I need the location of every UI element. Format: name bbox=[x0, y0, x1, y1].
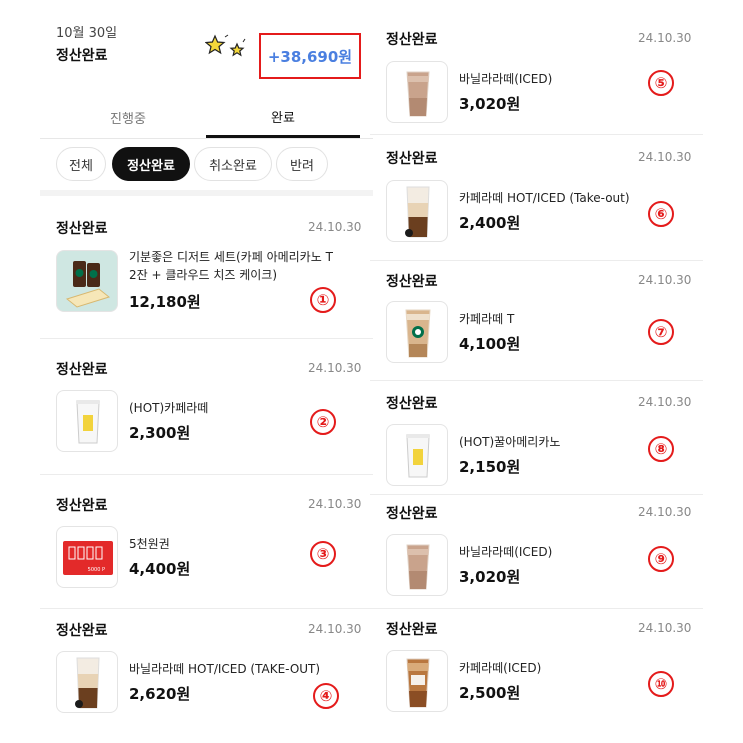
item-price: 2,400원 bbox=[459, 214, 521, 232]
item-name-line: 기분좋은 디저트 세트(카페 아메리카노 T bbox=[129, 250, 333, 264]
item-status: 정산완료 bbox=[386, 506, 438, 522]
list-item[interactable]: 정산완료 24.10.30 (HOT)꿀아메리카노 2,150원 ⑧ bbox=[370, 381, 703, 494]
item-date: 24.10.30 bbox=[308, 220, 362, 234]
list-item[interactable]: 정산완료 24.10.30 바닐라라떼 HOT/ICED (TAKE-OUT) … bbox=[40, 609, 373, 743]
item-name: 기분좋은 디저트 세트(카페 아메리카노 T 2잔 + 클라우드 치즈 케이크) bbox=[129, 248, 359, 284]
item-status: 정산완료 bbox=[386, 622, 438, 638]
item-status: 정산완료 bbox=[386, 274, 438, 290]
annotation-marker: ③ bbox=[310, 541, 336, 567]
iced-latte-image bbox=[386, 534, 448, 596]
annotation-marker: ① bbox=[310, 287, 336, 313]
total-amount-box: +38,690원 bbox=[259, 33, 361, 79]
item-date: 24.10.30 bbox=[638, 31, 692, 45]
item-status: 정산완료 bbox=[56, 623, 108, 639]
item-name-line: 2잔 + 클라우드 치즈 케이크) bbox=[129, 268, 278, 282]
annotation-marker: ② bbox=[310, 409, 336, 435]
layered-latte-image bbox=[386, 180, 448, 242]
filter-chip-settled[interactable]: 정산완료 bbox=[112, 147, 190, 181]
list-item[interactable]: 정산완료 24.10.30 카페라떼(ICED) 2,500원 ⑩ bbox=[370, 609, 703, 743]
summary-status: 정산완료 bbox=[56, 48, 108, 64]
item-date: 24.10.30 bbox=[638, 505, 692, 519]
gift-card-value: 5000 P bbox=[88, 567, 105, 573]
tab-in-progress[interactable]: 진행중 bbox=[58, 98, 198, 136]
list-item[interactable]: 정산완료 24.10.30 기분좋은 디저트 세트(카페 아메리카노 T 2잔 … bbox=[40, 196, 373, 338]
item-date: 24.10.30 bbox=[638, 150, 692, 164]
item-date: 24.10.30 bbox=[308, 361, 362, 375]
item-name: (HOT)카페라떼 bbox=[129, 401, 209, 415]
annotation-marker: ⑩ bbox=[648, 671, 674, 697]
list-item[interactable]: 정산완료 24.10.30 5000 P 5천원권 4,400원 ③ bbox=[40, 475, 373, 608]
dessert-set-image bbox=[56, 250, 118, 312]
item-price: 4,400원 bbox=[129, 560, 191, 578]
hot-cup-image bbox=[56, 390, 118, 452]
iced-latte-image bbox=[386, 61, 448, 123]
item-name: 카페라떼 T bbox=[459, 312, 515, 326]
item-status: 정산완료 bbox=[56, 362, 108, 378]
item-name: 바닐라라떼(ICED) bbox=[459, 545, 553, 559]
tab-divider bbox=[40, 138, 373, 139]
item-status: 정산완료 bbox=[386, 32, 438, 48]
tab-completed[interactable]: 완료 bbox=[206, 98, 360, 138]
item-status: 정산완료 bbox=[386, 151, 438, 167]
item-date: 24.10.30 bbox=[638, 273, 692, 287]
list-item[interactable]: 정산완료 24.10.30 (HOT)카페라떼 2,300원 ② bbox=[40, 339, 373, 474]
summary-date: 10월 30일 bbox=[56, 26, 118, 41]
filter-chip-rejected[interactable]: 반려 bbox=[276, 147, 328, 181]
item-date: 24.10.30 bbox=[638, 621, 692, 635]
item-status: 정산완료 bbox=[386, 396, 438, 412]
item-price: 12,180원 bbox=[129, 293, 201, 311]
item-price: 3,020원 bbox=[459, 568, 521, 586]
list-item[interactable]: 정산완료 24.10.30 카페라떼 T 4,100원 ⑦ bbox=[370, 261, 703, 380]
item-date: 24.10.30 bbox=[308, 622, 362, 636]
item-name: 바닐라라떼 HOT/ICED (TAKE-OUT) bbox=[129, 662, 321, 676]
item-price: 2,620원 bbox=[129, 685, 191, 703]
annotation-marker: ⑦ bbox=[648, 319, 674, 345]
annotation-marker: ⑧ bbox=[648, 436, 674, 462]
item-date: 24.10.30 bbox=[308, 497, 362, 511]
item-price: 4,100원 bbox=[459, 335, 521, 353]
list-item[interactable]: 정산완료 24.10.30 바닐라라떼(ICED) 3,020원 ⑨ bbox=[370, 495, 703, 608]
total-amount: +38,690원 bbox=[267, 47, 353, 66]
annotation-marker: ⑥ bbox=[648, 201, 674, 227]
item-date: 24.10.30 bbox=[638, 395, 692, 409]
item-name: 바닐라라떼(ICED) bbox=[459, 72, 553, 86]
annotation-marker: ④ bbox=[313, 683, 339, 709]
stars-icon bbox=[205, 34, 246, 57]
item-name: 카페라떼(ICED) bbox=[459, 661, 542, 675]
item-status: 정산완료 bbox=[56, 221, 108, 237]
list-item[interactable]: 정산완료 24.10.30 카페라떼 HOT/ICED (Take-out) 2… bbox=[370, 135, 703, 260]
item-name: (HOT)꿀아메리카노 bbox=[459, 435, 561, 449]
item-name: 카페라떼 HOT/ICED (Take-out) bbox=[459, 191, 630, 205]
starbucks-latte-image bbox=[386, 301, 448, 363]
item-status: 정산완료 bbox=[56, 498, 108, 514]
list-item[interactable]: 정산완료 24.10.30 바닐라라떼(ICED) 3,020원 ⑤ bbox=[370, 14, 703, 134]
annotation-marker: ⑤ bbox=[648, 70, 674, 96]
item-price: 2,150원 bbox=[459, 458, 521, 476]
item-price: 3,020원 bbox=[459, 95, 521, 113]
item-name: 5천원권 bbox=[129, 537, 170, 551]
hot-cup-image bbox=[386, 424, 448, 486]
gift-card-image: 5000 P bbox=[56, 526, 118, 588]
iced-coffee-image bbox=[386, 650, 448, 712]
layered-latte-image bbox=[56, 651, 118, 713]
filter-chip-cancelled[interactable]: 취소완료 bbox=[194, 147, 272, 181]
item-price: 2,500원 bbox=[459, 684, 521, 702]
tab-bar: 진행중 완료 bbox=[40, 98, 373, 138]
item-price: 2,300원 bbox=[129, 424, 191, 442]
filter-chip-all[interactable]: 전체 bbox=[56, 147, 106, 181]
annotation-marker: ⑨ bbox=[648, 546, 674, 572]
